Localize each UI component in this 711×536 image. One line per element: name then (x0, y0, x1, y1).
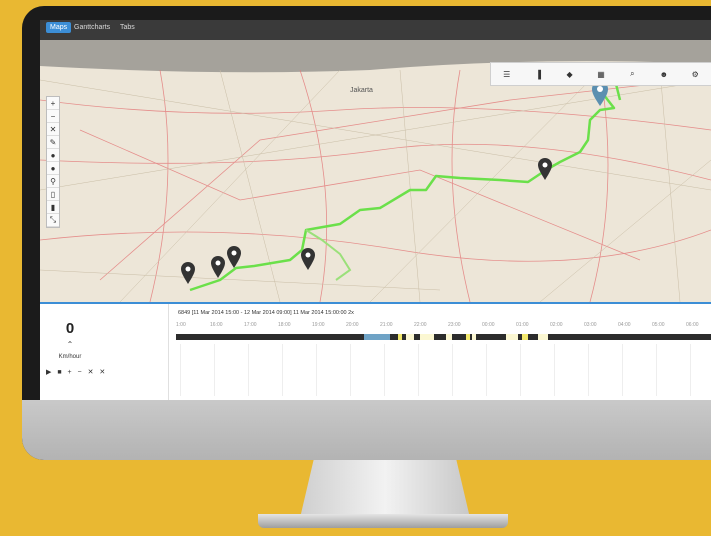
timeline-gridline (282, 344, 283, 396)
timeline-segment (406, 334, 414, 340)
tab-ganttcharts[interactable]: Ganttcharts (74, 24, 110, 31)
timeline-segment (466, 334, 470, 340)
timeline-tick-label: 19:00 (312, 322, 325, 328)
timeline-tick-label: 00:00 (482, 322, 495, 328)
timeline-gridline (350, 344, 351, 396)
monitor-stand (300, 460, 470, 518)
user-icon[interactable]: ☻ (655, 66, 673, 82)
timeline-gridline (622, 344, 623, 396)
timeline-gridline (656, 344, 657, 396)
timeline-segment (522, 334, 528, 340)
timeline-gridline (384, 344, 385, 396)
timeline-segment (364, 334, 390, 340)
close-icon[interactable]: ✕ (47, 123, 59, 136)
timeline-tick-label: 20:00 (346, 322, 359, 328)
timeline-segment (446, 334, 452, 340)
monitor-stand-base (258, 514, 508, 528)
timeline-tick-label: 22:00 (414, 322, 427, 328)
timeline-tick-label: 06:00 (686, 322, 699, 328)
tab-maps[interactable]: Maps (46, 22, 72, 33)
document-icon[interactable]: ▯ (47, 188, 59, 201)
speed-value: 0 (65, 320, 75, 337)
timeline-title: 6849 [11 Mar 2014 15:00 - 12 Mar 2014 09… (178, 310, 354, 316)
tab-tabs[interactable]: Tabs (120, 24, 135, 31)
app-screen: Maps Ganttcharts Tabs Jakarta ☰ ▐ ◆ ▦ ⌕ … (40, 20, 711, 400)
timeline-gridline (452, 344, 453, 396)
timeline-segment (420, 334, 434, 340)
timeline-tick-label: 05:00 (652, 322, 665, 328)
timeline-gridline (554, 344, 555, 396)
map-city-label: Jakarta (350, 87, 373, 94)
layers-icon[interactable]: ◆ (561, 66, 579, 82)
timeline-tick-label: 16:00 (210, 322, 223, 328)
timeline-tick-label: 21:00 (380, 322, 393, 328)
map-view[interactable]: Jakarta ☰ ▐ ◆ ▦ ⌕ ☻ ⚙ + − ✕ ✎ ● ● ⚲ ▯ ▮ … (40, 40, 711, 303)
point-icon[interactable]: ● (47, 162, 59, 175)
timeline-tick-label: 18:00 (278, 322, 291, 328)
timeline-tick-label: 04:00 (618, 322, 631, 328)
timeline-tick-label: 03:00 (584, 322, 597, 328)
timeline-ticks: 1:00 16:00 17:00 18:00 19:00 20:00 21:00 22:00 2… (176, 322, 711, 330)
tab-bar: Maps Ganttcharts Tabs (40, 20, 711, 40)
timeline-tick-label: 01:00 (516, 322, 529, 328)
timeline-gridline (316, 344, 317, 396)
map-left-tools: + − ✕ ✎ ● ● ⚲ ▯ ▮ ⤡ (46, 96, 60, 228)
timeline-segment (472, 334, 476, 340)
timeline-segment (398, 334, 402, 340)
timeline-gridline (520, 344, 521, 396)
marker-icon[interactable]: ⚲ (47, 175, 59, 188)
settings-icon[interactable]: ⚙ (686, 66, 704, 82)
timeline-bar[interactable] (176, 334, 711, 340)
timeline-gridline (486, 344, 487, 396)
timeline[interactable]: 6849 [11 Mar 2014 15:00 - 12 Mar 2014 09… (176, 304, 711, 400)
monitor-chin (22, 400, 711, 460)
bookmark-icon[interactable]: ▐ (529, 66, 547, 82)
point-icon[interactable]: ● (47, 149, 59, 162)
speed-panel: 0 ⌃ Km/hour ▶ ■ + − ✕ ✕ (40, 304, 169, 400)
timeline-gridline (588, 344, 589, 396)
timeline-gridline (418, 344, 419, 396)
zoom-in-icon[interactable]: + (47, 97, 59, 110)
speedometer-icon: ⌃ (66, 340, 74, 349)
map-toolbar: ☰ ▐ ◆ ▦ ⌕ ☻ ⚙ (490, 62, 711, 86)
timeline-gridline (214, 344, 215, 396)
timeline-segment (538, 334, 548, 340)
timeline-gridline (248, 344, 249, 396)
timeline-tick-label: 17:00 (244, 322, 257, 328)
timeline-tick-label: 23:00 (448, 322, 461, 328)
playback-panel: 0 ⌃ Km/hour ▶ ■ + − ✕ ✕ 6849 [11 Mar 201… (40, 302, 711, 400)
pencil-icon[interactable]: ✎ (47, 136, 59, 149)
timeline-tick-label: 02:00 (550, 322, 563, 328)
timeline-segment (506, 334, 518, 340)
list-icon[interactable]: ☰ (498, 66, 516, 82)
speed-unit: Km/hour (58, 354, 82, 360)
grid-icon[interactable]: ▦ (592, 66, 610, 82)
zoom-out-icon[interactable]: − (47, 110, 59, 123)
playback-controls[interactable]: ▶ ■ + − ✕ ✕ (46, 368, 107, 376)
resize-icon[interactable]: ⤡ (47, 214, 59, 227)
search-icon[interactable]: ⌕ (623, 66, 641, 82)
trash-icon[interactable]: ▮ (47, 201, 59, 214)
timeline-gridline (180, 344, 181, 396)
timeline-tick-label: 1:00 (176, 322, 186, 328)
timeline-gridline (690, 344, 691, 396)
